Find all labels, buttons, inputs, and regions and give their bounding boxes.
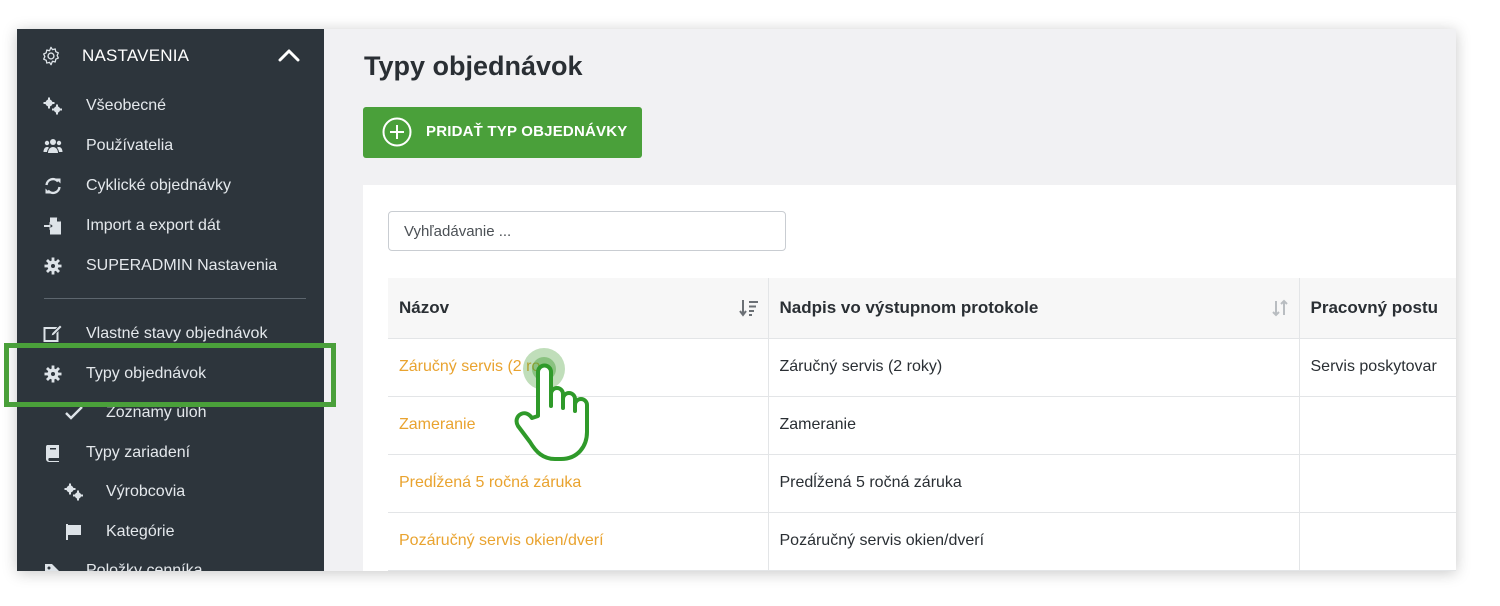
flag-icon [66,524,81,540]
cell-nazov[interactable]: Pozáručný servis okien/dverí [388,512,769,571]
cell-pracovny-postup [1299,512,1456,571]
sidebar-item-label: Cyklické objednávky [86,177,231,194]
sync-icon [45,177,61,195]
app-window: NASTAVENIA Všeobecné Používatelia Cyklic… [17,29,1456,571]
column-header-nadpis[interactable]: Nadpis vo výstupnom protokole [768,278,1300,339]
sidebar-item-label: Používatelia [86,137,174,154]
sidebar-section-header[interactable]: NASTAVENIA [17,29,324,85]
sidebar: NASTAVENIA Všeobecné Používatelia Cyklic… [17,29,324,571]
sort-both-icon[interactable] [1270,299,1290,317]
sidebar-item-pouzivatelia[interactable]: Používatelia [17,128,324,164]
sidebar-item-cyklicke-objednavky[interactable]: Cyklické objednávky [17,168,324,204]
column-header-label: Nadpis vo výstupnom protokole [779,297,1039,317]
sidebar-item-kategorie[interactable]: Kategórie [17,514,324,550]
sort-desc-icon[interactable] [738,299,759,317]
column-header-pracovny-postup[interactable]: Pracovný postu [1299,278,1456,339]
add-order-type-label: PRIDAŤ TYP OBJEDNÁVKY [426,123,628,140]
order-type-link[interactable]: Zameranie [399,416,475,433]
cell-pracovny-postup [1299,454,1456,513]
gear-icon [44,257,62,275]
table-row[interactable]: Pozáručný servis okien/dverí Pozáručný s… [388,512,1456,571]
sidebar-item-superadmin[interactable]: SUPERADMIN Nastavenia [17,248,324,284]
gear-outline-icon [43,46,59,66]
sidebar-item-vseobecne[interactable]: Všeobecné [17,88,324,124]
cell-pracovny-postup [1299,396,1456,455]
cell-nadpis: Pozáručný servis okien/dverí [768,512,1300,571]
sidebar-item-vlastne-stavy[interactable]: Vlastné stavy objednávok [17,316,324,352]
table-header-row: Názov Nadpis vo výstupnom protokole Prac… [388,278,1456,339]
book-icon [45,445,59,462]
order-type-link[interactable]: Záručný servis (2 ro [399,358,540,375]
table-row[interactable]: Záručný servis (2 ro Záručný servis (2 r… [388,338,1456,397]
sidebar-item-label: Vlastné stavy objednávok [86,325,268,342]
chevron-up-icon[interactable] [278,47,300,63]
sidebar-item-label: Výrobcovia [106,483,186,500]
order-type-link[interactable]: Pozáručný servis okien/dverí [399,532,604,549]
sidebar-item-label: Typy zariadení [86,444,191,461]
sidebar-item-import-export[interactable]: Import a export dát [17,208,324,244]
edit-icon [43,325,63,342]
sidebar-item-polozky-cennika[interactable]: Položky cenníka [17,553,324,571]
cell-nadpis: Predĺžená 5 ročná záruka [768,454,1300,513]
gear-icon [44,365,62,383]
column-header-nazov[interactable]: Názov [388,278,769,339]
cell-nazov[interactable]: Zameranie [388,396,769,455]
tag-icon [45,564,59,571]
column-header-label: Názov [399,297,450,317]
check-icon [65,406,83,420]
add-order-type-button[interactable]: PRIDAŤ TYP OBJEDNÁVKY [363,107,642,158]
cell-nazov[interactable]: Záručný servis (2 ro [388,338,769,397]
sidebar-divider [44,298,306,299]
cell-nadpis: Zameranie [768,396,1300,455]
cell-nadpis: Záručný servis (2 roky) [768,338,1300,397]
sidebar-section-title: NASTAVENIA [82,46,190,65]
sidebar-item-label: Zoznamy úloh [106,404,207,421]
sidebar-item-zoznamy-uloh[interactable]: Zoznamy úloh [17,395,324,431]
sidebar-item-label: SUPERADMIN Nastavenia [86,257,278,274]
sidebar-item-vyrobcovia[interactable]: Výrobcovia [17,474,324,510]
table-row[interactable]: Zameranie Zameranie [388,396,1456,455]
table-panel: Názov Nadpis vo výstupnom protokole [363,185,1456,571]
order-type-link[interactable]: Predĺžená 5 ročná záruka [399,474,581,491]
gears-icon [64,483,83,501]
table-row[interactable]: Predĺžená 5 ročná záruka Predĺžená 5 roč… [388,454,1456,513]
cell-pracovny-postup: Servis poskytovar [1299,338,1456,397]
sidebar-item-label: Typy objednávok [86,365,207,382]
users-icon [43,139,63,153]
sidebar-item-label: Import a export dát [86,217,221,234]
cell-nazov[interactable]: Predĺžená 5 ročná záruka [388,454,769,513]
page-title: Typy objednávok [364,51,583,81]
order-types-table: Názov Nadpis vo výstupnom protokole Prac… [388,278,1456,571]
sidebar-item-label: Všeobecné [86,97,167,114]
gears-icon [43,97,62,115]
sidebar-item-label: Položky cenníka [86,562,203,571]
sidebar-item-typy-zariadeni[interactable]: Typy zariadení [17,435,324,471]
sidebar-item-typy-objednavok[interactable]: Typy objednávok [17,356,324,392]
sidebar-item-label: Kategórie [106,523,175,540]
plus-circle-icon [382,117,412,147]
main-content: Typy objednávok PRIDAŤ TYP OBJEDNÁVKY Ná… [324,29,1456,571]
file-import-icon [44,217,61,235]
search-input[interactable] [388,211,786,251]
column-header-label: Pracovný postu [1310,297,1439,317]
